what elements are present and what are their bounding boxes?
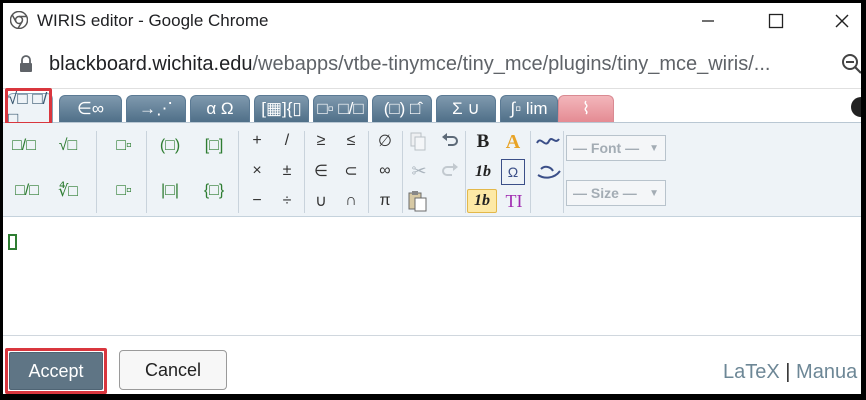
italic-selected-button[interactable]: 1b xyxy=(467,189,497,213)
toolbar-panel: □/□ √□ □/□ ∜□ □▫ □▫ (□) [□] |□| {□} + / … xyxy=(3,123,861,217)
close-button[interactable] xyxy=(819,3,861,39)
footer-links: LaTeX | Manua xyxy=(723,361,857,384)
braces-button[interactable]: {□} xyxy=(197,178,231,204)
obelus-button[interactable]: ÷ xyxy=(275,189,299,213)
nth-root-button[interactable]: ∜□ xyxy=(53,178,83,204)
text-color-button[interactable]: A xyxy=(501,129,525,155)
toolbar-separator xyxy=(465,131,466,213)
text-mode-button[interactable]: TI xyxy=(501,189,527,213)
input-placeholder-box[interactable] xyxy=(8,234,17,250)
help-icon[interactable] xyxy=(851,97,861,117)
toolbar-separator xyxy=(402,131,403,213)
element-of-button[interactable]: ∈ xyxy=(309,159,333,183)
undo-icon[interactable] xyxy=(439,131,461,153)
minimize-button[interactable] xyxy=(685,3,731,39)
tab-arrows[interactable]: →⋰ xyxy=(126,95,186,122)
toolbar-separator xyxy=(238,131,239,213)
copy-icon[interactable] xyxy=(407,131,429,153)
maximize-icon xyxy=(768,13,784,29)
chevron-down-icon: ▼ xyxy=(649,142,659,154)
pi-button[interactable]: π xyxy=(373,189,397,213)
bevelled-fraction-button[interactable]: □/□ xyxy=(11,178,43,204)
highlight-tab xyxy=(5,88,52,125)
toolbar-separator xyxy=(96,131,97,213)
cut-icon[interactable]: ✂ xyxy=(407,159,431,183)
highlight-accept xyxy=(5,348,107,394)
geq-button[interactable]: ≥ xyxy=(309,129,333,153)
size-select-value: — Size — xyxy=(573,185,637,201)
minimize-icon xyxy=(702,20,714,22)
paste-icon[interactable] xyxy=(407,189,429,213)
empty-set-button[interactable]: ∅ xyxy=(373,129,397,153)
tab-greek[interactable]: α Ω xyxy=(190,95,250,122)
infinity-button[interactable]: ∞ xyxy=(373,159,397,183)
redo-icon[interactable] xyxy=(439,161,461,183)
times-button[interactable]: × xyxy=(245,159,269,183)
chrome-icon xyxy=(10,11,28,29)
omega-button[interactable]: Ω xyxy=(501,159,525,185)
leq-button[interactable]: ≤ xyxy=(339,129,363,153)
union-button[interactable]: ∪ xyxy=(309,189,333,213)
tab-calculus[interactable]: ∫▫ lim xyxy=(500,95,558,122)
absolute-value-button[interactable]: |□| xyxy=(153,178,187,204)
tab-matrices[interactable]: [▦]{▯ xyxy=(254,95,309,122)
toolbar-separator xyxy=(368,131,369,213)
window-title: WIRIS editor - Google Chrome xyxy=(37,11,269,30)
formula-editing-area[interactable] xyxy=(3,218,861,336)
font-select[interactable]: — Font — ▼ xyxy=(566,135,666,161)
toolbar-separator xyxy=(304,131,305,213)
maximize-button[interactable] xyxy=(753,3,799,39)
tab-contextual[interactable]: ⌇ xyxy=(558,95,614,122)
manual-link[interactable]: Manua xyxy=(796,361,857,383)
plus-button[interactable]: + xyxy=(245,129,269,153)
dialog-footer: Accept Cancel LaTeX | Manua xyxy=(3,337,861,394)
cancel-button[interactable]: Cancel xyxy=(119,350,227,390)
rtl-icon[interactable] xyxy=(535,131,563,151)
toolbar-separator xyxy=(530,131,531,213)
size-select[interactable]: — Size — ▼ xyxy=(566,180,666,206)
toolbar-separator xyxy=(563,131,564,213)
plus-minus-button[interactable]: ± xyxy=(275,159,299,183)
font-select-value: — Font — xyxy=(573,140,640,156)
arabic-icon[interactable] xyxy=(535,161,563,181)
editor-tab-row: √□ □/□ ∈∞ →⋰ α Ω [▦]{▯ □▫ □/□ (□) □̂ Σ ∪… xyxy=(3,88,861,128)
tab-symbols[interactable]: ∈∞ xyxy=(59,95,122,122)
browser-window: WIRIS editor - Google Chrome blackboard.… xyxy=(3,3,861,394)
chevron-down-icon: ▼ xyxy=(649,187,659,199)
divide-slash-button[interactable]: / xyxy=(275,129,299,153)
toolbar-separator xyxy=(146,131,147,213)
latex-link[interactable]: LaTeX xyxy=(723,361,780,383)
url-path: /webapps/vtbe-tinymce/tiny_mce/plugins/t… xyxy=(252,53,771,75)
url-text[interactable]: blackboard.wichita.edu/webapps/vtbe-tiny… xyxy=(49,53,770,76)
parentheses-button[interactable]: (□) xyxy=(153,133,187,159)
fraction-button[interactable]: □/□ xyxy=(11,133,37,159)
tab-decorations[interactable]: (□) □̂ xyxy=(372,95,432,122)
title-bar: WIRIS editor - Google Chrome xyxy=(3,3,861,39)
intersection-button[interactable]: ∩ xyxy=(339,189,363,213)
bold-button[interactable]: B xyxy=(471,129,495,155)
brackets-button[interactable]: [□] xyxy=(197,133,231,159)
close-icon xyxy=(835,14,849,28)
address-bar[interactable]: blackboard.wichita.edu/webapps/vtbe-tiny… xyxy=(3,41,861,89)
italic-button[interactable]: 1b xyxy=(469,159,497,185)
lock-icon xyxy=(20,55,32,72)
link-separator: | xyxy=(785,361,791,383)
subset-button[interactable]: ⊂ xyxy=(339,159,363,183)
tab-big-operators[interactable]: Σ ∪ xyxy=(436,95,496,122)
minus-button[interactable]: − xyxy=(245,189,269,213)
tab-scripts[interactable]: □▫ □/□ xyxy=(313,95,368,122)
superscript-button[interactable]: □▫ xyxy=(111,133,137,159)
zoom-icon[interactable] xyxy=(841,53,861,75)
sqrt-button[interactable]: √□ xyxy=(53,133,83,159)
url-host: blackboard.wichita.edu xyxy=(49,53,253,75)
subscript-button[interactable]: □▫ xyxy=(111,178,137,204)
